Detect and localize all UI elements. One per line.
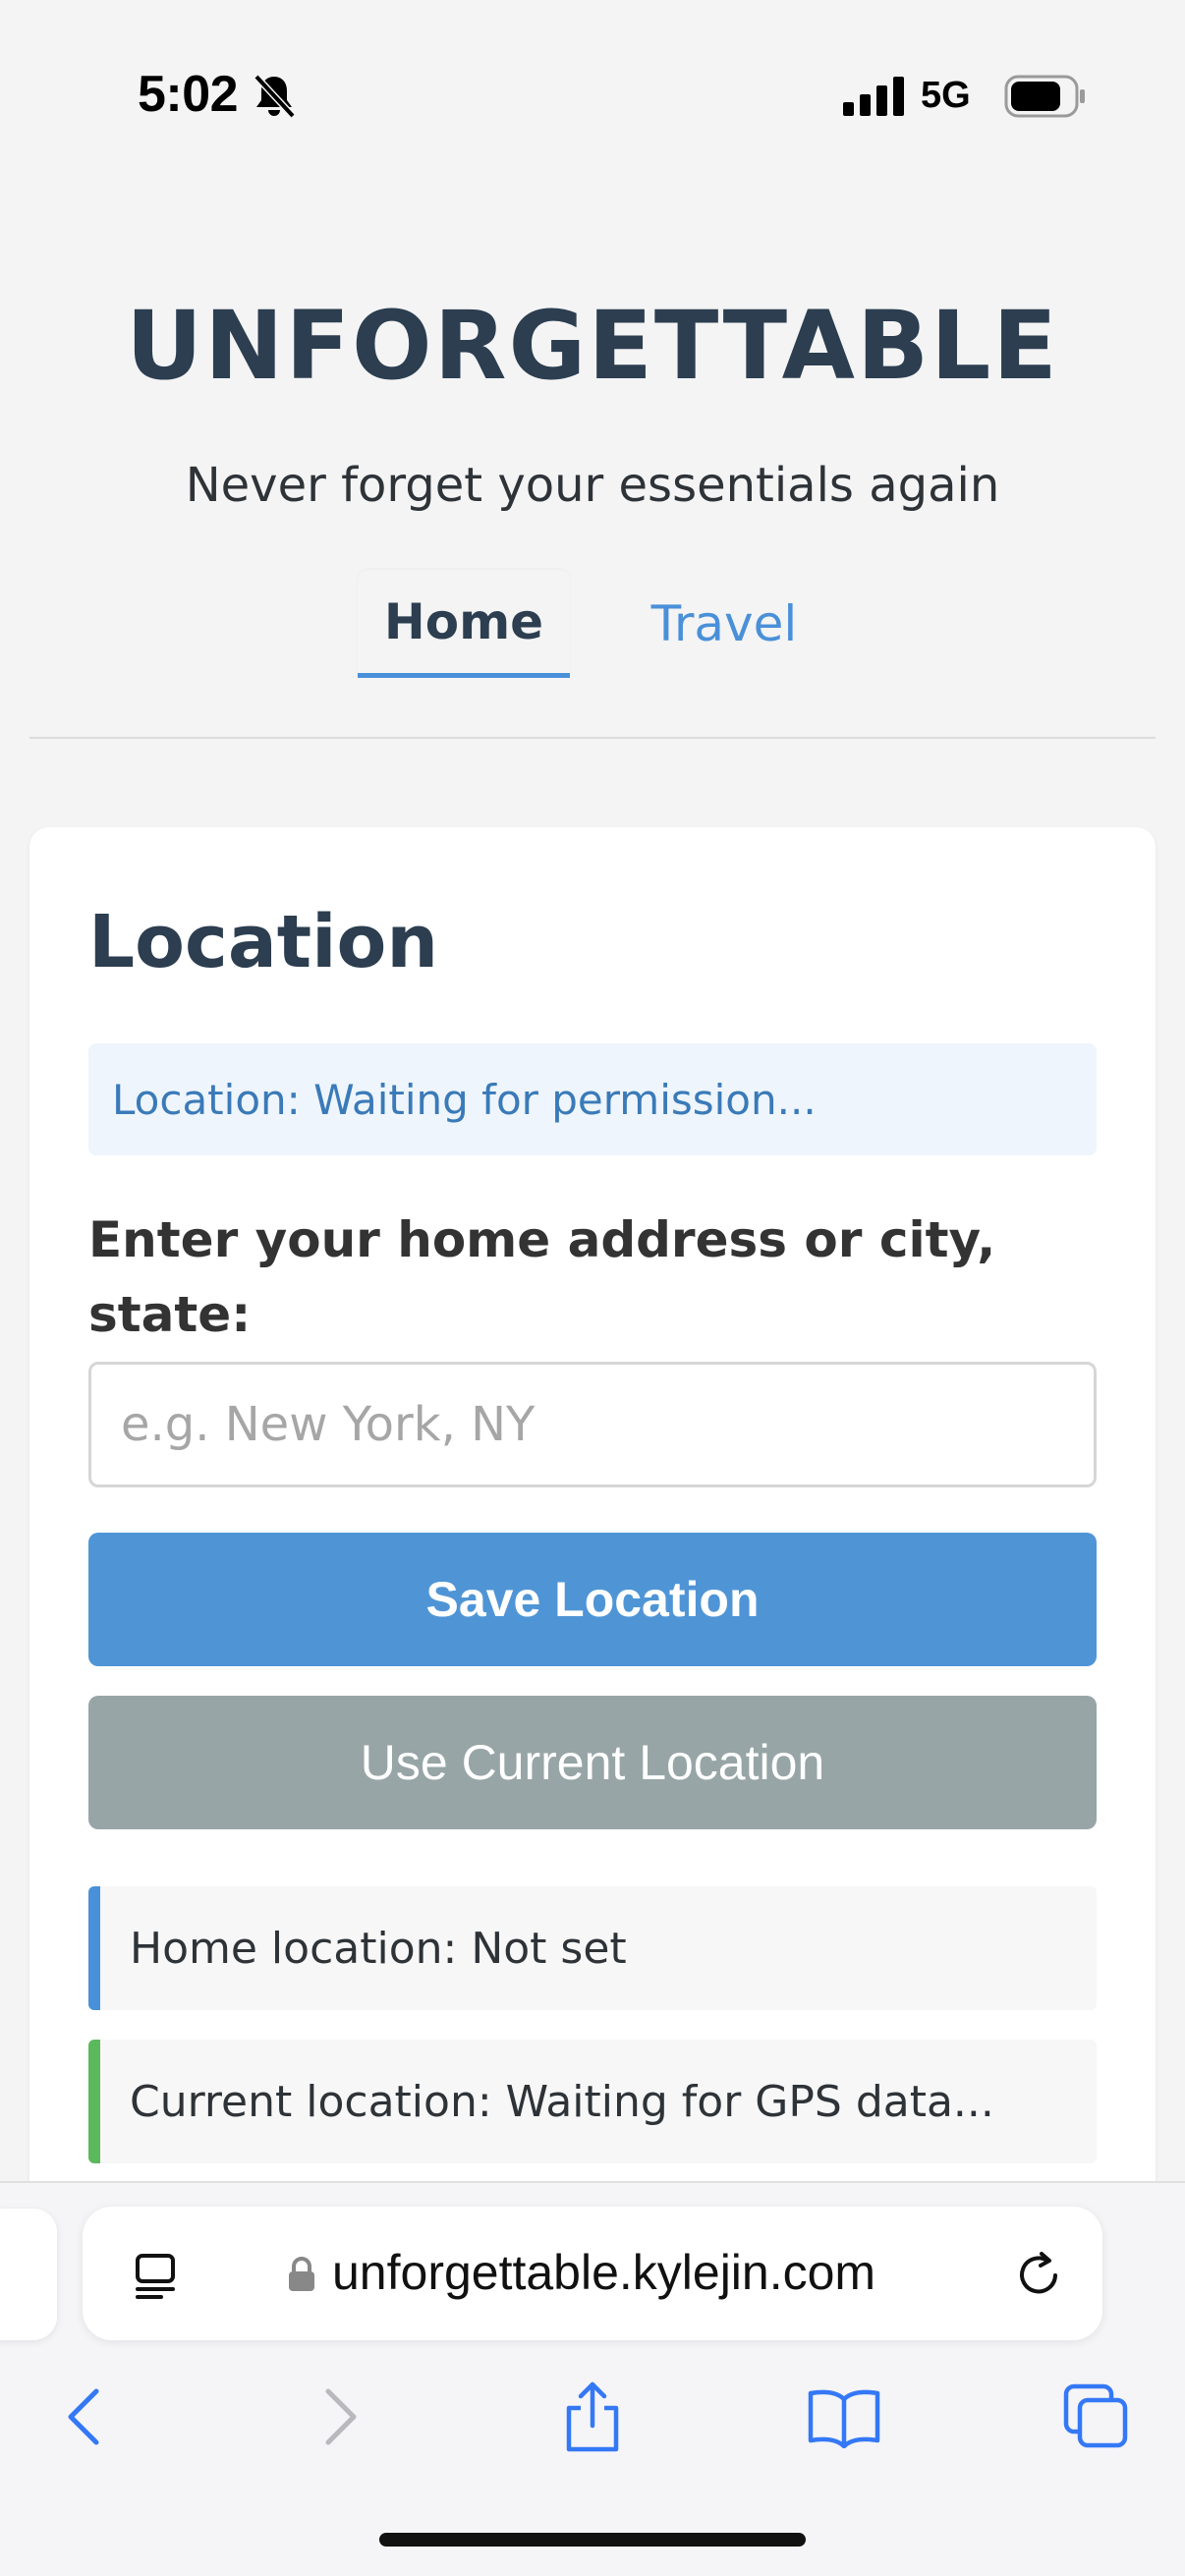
page-menu-icon[interactable]	[132, 2250, 183, 2301]
home-location-text: Home location: Not set	[130, 1923, 627, 1974]
save-location-button[interactable]: Save Location	[88, 1533, 1097, 1666]
current-location-info: Current location: Waiting for GPS data..…	[88, 2040, 1097, 2163]
lock-icon	[289, 2257, 314, 2291]
share-button[interactable]	[553, 2378, 632, 2456]
browser-toolbar: unforgettable.kylejin.com	[0, 2181, 1185, 2576]
bookmarks-button[interactable]	[805, 2378, 883, 2456]
current-accent-bar	[88, 2040, 100, 2163]
location-card: Location Location: Waiting for permissio…	[29, 827, 1156, 2252]
address-label: Enter your home address or city, state:	[88, 1211, 996, 1343]
status-time: 5:02	[138, 66, 239, 123]
address-input[interactable]	[88, 1362, 1097, 1487]
bookmarks-icon	[808, 2389, 880, 2448]
current-location-text: Current location: Waiting for GPS data..…	[130, 2076, 994, 2127]
home-location-info: Home location: Not set	[88, 1886, 1097, 2010]
url-text[interactable]: unforgettable.kylejin.com	[332, 2244, 875, 2301]
status-bar: 5:02 5G	[0, 0, 1185, 196]
battery-icon	[1004, 75, 1085, 118]
bell-slash-icon	[254, 74, 296, 119]
home-accent-bar	[88, 1886, 100, 2010]
use-current-location-button[interactable]: Use Current Location	[88, 1696, 1097, 1829]
back-icon	[68, 2388, 99, 2445]
home-indicator[interactable]	[379, 2533, 806, 2547]
header-divider	[29, 737, 1156, 739]
share-icon	[566, 2381, 619, 2452]
network-label: 5G	[921, 75, 971, 116]
tab-travel[interactable]: Travel	[621, 570, 827, 678]
location-status-message: Location: Waiting for permission...	[88, 1043, 1097, 1155]
tabs-button[interactable]	[1057, 2378, 1136, 2456]
signal-icon	[843, 77, 904, 116]
previous-tab-preview[interactable]	[0, 2209, 57, 2340]
back-button[interactable]	[45, 2378, 124, 2456]
tabs-icon	[1063, 2383, 1128, 2448]
tab-home[interactable]: Home	[358, 570, 570, 678]
app-title: UNFORGETTABLE	[126, 291, 1059, 401]
address-bar[interactable]: unforgettable.kylejin.com	[83, 2207, 1102, 2340]
card-title: Location	[88, 900, 439, 984]
forward-button[interactable]	[301, 2378, 379, 2456]
forward-icon	[325, 2388, 357, 2445]
reload-icon[interactable]	[1012, 2248, 1065, 2301]
app-tagline: Never forget your essentials again	[185, 458, 1000, 513]
